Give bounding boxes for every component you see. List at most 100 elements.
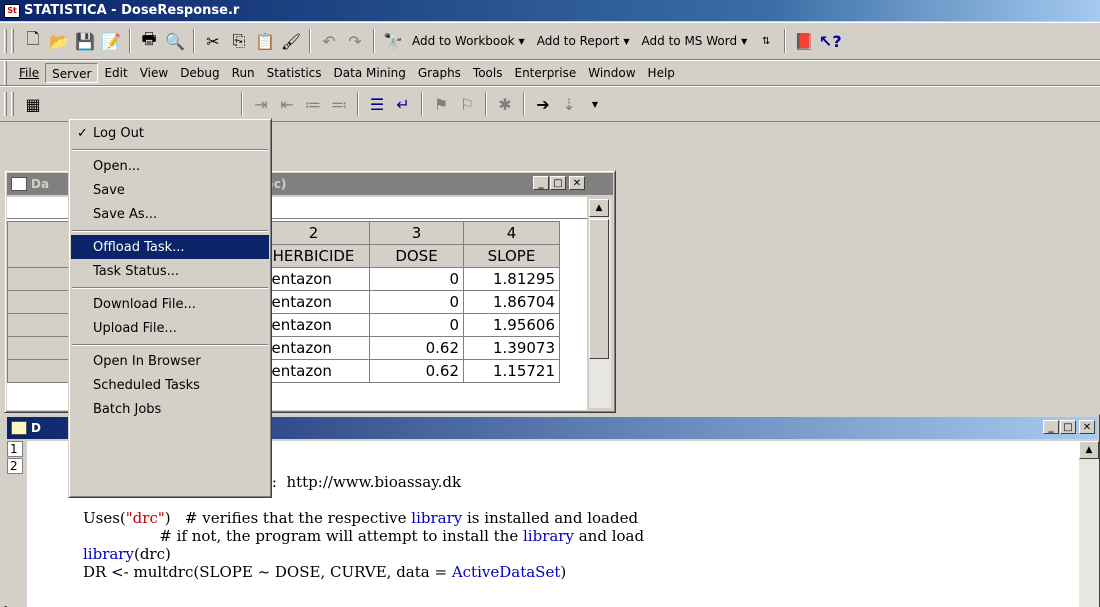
table-cell[interactable]: bentazon [257,313,370,337]
cut-icon[interactable]: ✂ [201,29,225,53]
minimize-icon[interactable]: _ [1043,420,1059,434]
sort-az-icon[interactable]: ⇅ [754,29,778,53]
column-header-herbicide[interactable]: HERBICIDE [257,244,370,268]
menu-item-open[interactable]: Open... [71,154,269,178]
menu-edit[interactable]: Edit [98,63,133,83]
save-icon[interactable]: 💾 [73,29,97,53]
table-cell[interactable]: bentazon [257,336,370,360]
table-cell[interactable]: 1.86704 [463,290,560,314]
minimize-icon[interactable]: _ [533,176,549,190]
menu-tools[interactable]: Tools [467,63,509,83]
menu-item-batch-jobs[interactable]: Batch Jobs [71,397,269,421]
menu-item-task-status[interactable]: Task Status... [71,259,269,283]
close-icon[interactable]: ✕ [569,176,585,190]
wrap-lines-icon[interactable]: ↵ [391,92,415,116]
menu-view[interactable]: View [134,63,174,83]
add-to-msword-label: Add to MS Word [641,34,738,48]
step-icon[interactable]: ⇣ [557,92,581,116]
gutter-tab-2[interactable]: 2 [7,458,23,474]
statistica-app-icon[interactable]: St [4,3,20,18]
bookmark-icon[interactable]: ⚑ [429,92,453,116]
uncomment-icon[interactable]: ≕ [327,92,351,116]
menu-item-open-in-browser[interactable]: Open In Browser [71,349,269,373]
bookmark-next-icon[interactable]: ⚐ [455,92,479,116]
indent-icon[interactable]: ⇥ [249,92,273,116]
paste-icon[interactable]: 📋 [253,29,277,53]
table-cell[interactable]: 1.81295 [463,267,560,291]
find-binoculars-icon[interactable]: 🔭 [381,29,405,53]
menu-item-scheduled-tasks[interactable]: Scheduled Tasks [71,373,269,397]
toolbar-grip[interactable] [4,29,7,53]
code-fragment: is installed and loaded [462,509,639,527]
redo-icon[interactable]: ↷ [343,29,367,53]
menu-item-save-as[interactable]: Save As... [71,202,269,226]
comment-icon[interactable]: ≔ [301,92,325,116]
menu-item-upload-file[interactable]: Upload File... [71,316,269,340]
format-painter-icon[interactable]: 🖌 [279,29,303,53]
undo-icon[interactable]: ↶ [317,29,341,53]
outdent-icon[interactable]: ⇤ [275,92,299,116]
print-preview-icon[interactable]: 🔍 [163,29,187,53]
add-to-msword-button[interactable]: Add to MS Word ▼ [636,29,754,53]
grid-vertical-scrollbar[interactable]: ▲ [589,199,611,408]
column-number-dose[interactable]: 3 [369,221,464,245]
table-cell[interactable]: 1.15721 [463,359,560,383]
menu-debug[interactable]: Debug [174,63,225,83]
column-number-herbicide[interactable]: 2 [257,221,370,245]
menu-file[interactable]: File [13,63,45,83]
table-cell[interactable]: bentazon [257,359,370,383]
table-cell[interactable]: 0 [369,267,464,291]
new-file-icon[interactable]: 🗋 [21,29,45,53]
table-cell[interactable]: 1.39073 [463,336,560,360]
maximize-icon[interactable]: □ [550,176,566,190]
scroll-up-icon[interactable]: ▲ [1079,441,1099,459]
script-vertical-scrollbar[interactable]: ▲ [1079,441,1099,607]
open-folder-icon[interactable]: 📂 [47,29,71,53]
table-cell[interactable]: 0.62 [369,359,464,383]
scroll-thumb[interactable] [589,219,609,359]
toolbar-overflow-icon[interactable]: ▼ [583,92,607,116]
print-icon[interactable]: 🖶 [137,29,161,53]
menu-graphs[interactable]: Graphs [412,63,467,83]
book-icon[interactable]: 📕 [792,29,816,53]
column-header-slope[interactable]: SLOPE [463,244,560,268]
menu-data-mining[interactable]: Data Mining [328,63,412,83]
maximize-icon[interactable]: □ [1060,420,1076,434]
grid-view-icon[interactable]: ▦ [21,92,45,116]
menu-separator [71,145,269,154]
toolbar-grip[interactable] [11,92,14,116]
gutter-tab-1[interactable]: 1 [7,441,23,457]
menu-item-log-out[interactable]: ✓ Log Out [71,121,269,145]
table-cell[interactable]: 1.95606 [463,313,560,337]
table-cell[interactable]: 0 [369,290,464,314]
edit-document-icon[interactable]: 📝 [99,29,123,53]
table-cell[interactable]: 0.62 [369,336,464,360]
table-cell[interactable]: bentazon [257,290,370,314]
toolbar-grip[interactable] [4,92,7,116]
menu-enterprise[interactable]: Enterprise [508,63,582,83]
scroll-up-icon[interactable]: ▲ [589,199,609,217]
menu-run[interactable]: Run [226,63,261,83]
menubar-grip[interactable] [4,61,7,85]
column-number-slope[interactable]: 4 [463,221,560,245]
column-header-dose[interactable]: DOSE [369,244,464,268]
clear-bookmarks-icon[interactable]: ✱ [493,92,517,116]
menu-server[interactable]: Server [45,63,99,83]
table-cell[interactable]: 0 [369,313,464,337]
run-arrow-icon[interactable]: ➔ [531,92,555,116]
menu-item-save[interactable]: Save [71,178,269,202]
menu-item-download-file[interactable]: Download File... [71,292,269,316]
table-cell[interactable]: bentazon [257,267,370,291]
menu-item-offload-task[interactable]: Offload Task... [71,235,269,259]
copy-icon[interactable]: ⎘ [227,29,251,53]
add-to-report-button[interactable]: Add to Report ▼ [531,29,636,53]
context-help-icon[interactable]: ↖? [818,29,842,53]
add-to-workbook-button[interactable]: Add to Workbook ▼ [406,29,531,53]
spreadsheet-icon [11,177,27,191]
align-lines-icon[interactable]: ☰ [365,92,389,116]
menu-help[interactable]: Help [642,63,681,83]
menu-statistics[interactable]: Statistics [261,63,328,83]
close-icon[interactable]: ✕ [1079,420,1095,434]
toolbar-grip[interactable] [11,29,14,53]
menu-window[interactable]: Window [582,63,641,83]
